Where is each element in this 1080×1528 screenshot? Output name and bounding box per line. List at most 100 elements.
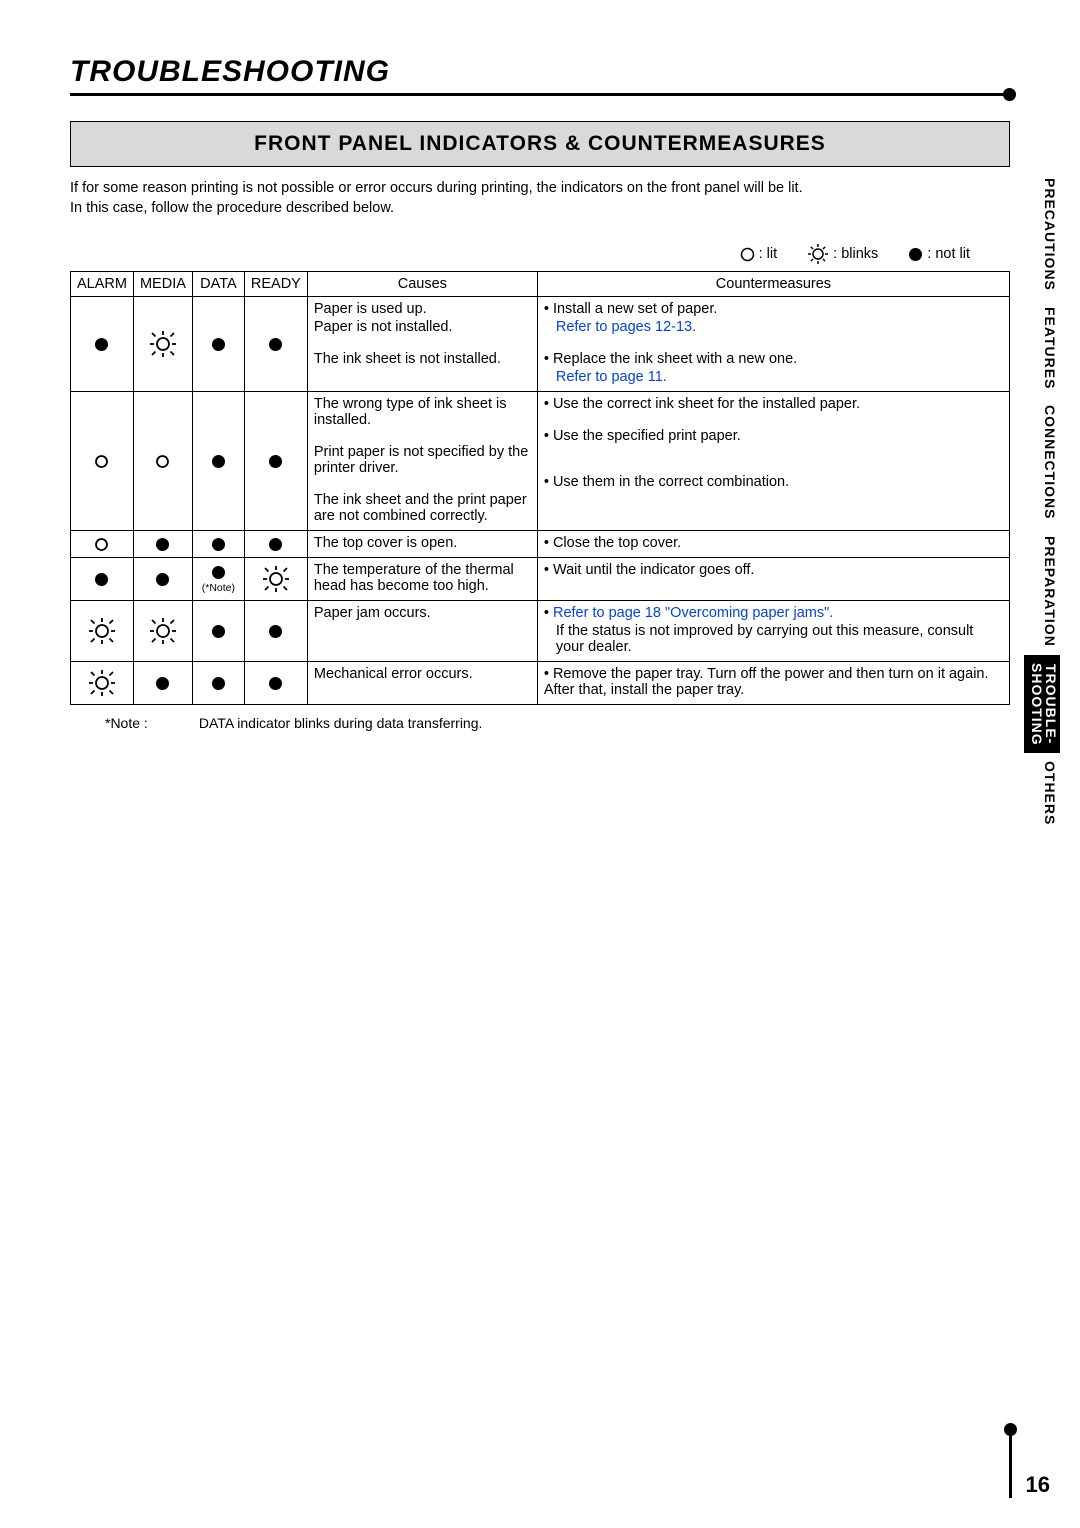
cause-cell: Paper is used up. Paper is not installed.… xyxy=(307,297,537,392)
ready-indicator xyxy=(244,392,307,531)
media-indicator xyxy=(133,601,192,662)
cause-cell: Mechanical error occurs. xyxy=(307,662,537,705)
legend-row: : lit : blinks : not lit xyxy=(70,243,1010,265)
alarm-indicator xyxy=(71,531,134,558)
counter-text: • Install a new set of paper. xyxy=(544,301,1003,317)
media-indicator xyxy=(133,531,192,558)
cause-text: Print paper is not specified by the prin… xyxy=(314,444,531,476)
alarm-indicator xyxy=(71,392,134,531)
legend-lit-label: : lit xyxy=(759,246,778,262)
page-ref-link[interactable]: Refer to page 11. xyxy=(556,369,667,385)
ready-indicator xyxy=(244,297,307,392)
page-number: 16 xyxy=(1026,1472,1050,1498)
cause-cell: The top cover is open. xyxy=(307,531,537,558)
col-alarm: ALARM xyxy=(71,272,134,297)
cause-text: The top cover is open. xyxy=(314,535,531,551)
data-indicator xyxy=(192,601,244,662)
cause-text: Paper is used up. xyxy=(314,301,531,317)
col-media: MEDIA xyxy=(133,272,192,297)
alarm-indicator xyxy=(71,558,134,601)
media-indicator xyxy=(133,662,192,705)
media-indicator xyxy=(133,558,192,601)
cause-text: Paper jam occurs. xyxy=(314,605,531,621)
counter-text: • Use them in the correct combination. xyxy=(544,474,1003,490)
cause-text: The ink sheet is not installed. xyxy=(314,351,531,367)
intro-text: If for some reason printing is not possi… xyxy=(70,179,1010,218)
legend-blinks-label: : blinks xyxy=(833,246,878,262)
data-indicator xyxy=(192,531,244,558)
table-header-row: ALARM MEDIA DATA READY Causes Countermea… xyxy=(71,272,1010,297)
cause-cell: Paper jam occurs. xyxy=(307,601,537,662)
alarm-indicator xyxy=(71,297,134,392)
title-rule xyxy=(70,93,1010,96)
counter-text: Refer to pages 12-13. xyxy=(544,319,1003,335)
col-data: DATA xyxy=(192,272,244,297)
ready-indicator xyxy=(244,662,307,705)
table-row: The wrong type of ink sheet is installed… xyxy=(71,392,1010,531)
data-indicator xyxy=(192,392,244,531)
footnote: *Note : DATA indicator blinks during dat… xyxy=(70,715,1010,731)
col-causes: Causes xyxy=(307,272,537,297)
tab-troubleshooting[interactable]: TROUBLE-SHOOTING xyxy=(1024,655,1060,754)
col-ready: READY xyxy=(244,272,307,297)
ready-indicator xyxy=(244,601,307,662)
counter-cell: • Wait until the indicator goes off. xyxy=(537,558,1009,601)
page-ref-link[interactable]: Refer to pages 12-13. xyxy=(556,319,696,335)
counter-text: • Close the top cover. xyxy=(544,535,1003,551)
side-tabs: PRECAUTIONS FEATURES CONNECTIONS PREPARA… xyxy=(1024,170,1060,834)
cause-cell: The wrong type of ink sheet is installed… xyxy=(307,392,537,531)
counter-cell: • Refer to page 18 "Overcoming paper jam… xyxy=(537,601,1009,662)
section-heading: FRONT PANEL INDICATORS & COUNTERMEASURES xyxy=(70,121,1010,167)
counter-cell: • Remove the paper tray. Turn off the po… xyxy=(537,662,1009,705)
counter-cell: • Use the correct ink sheet for the inst… xyxy=(537,392,1009,531)
counter-text: • Use the correct ink sheet for the inst… xyxy=(544,396,1003,412)
footnote-label: *Note : xyxy=(105,715,195,731)
alarm-indicator xyxy=(71,662,134,705)
blinks-icon xyxy=(807,243,829,265)
not-lit-icon xyxy=(908,247,923,262)
cause-text: The wrong type of ink sheet is installed… xyxy=(314,396,531,428)
table-row: Paper is used up. Paper is not installed.… xyxy=(71,297,1010,392)
table-row: (*Note) The temperature of the thermal he… xyxy=(71,558,1010,601)
page-rule xyxy=(1009,1428,1012,1498)
tab-others[interactable]: OTHERS xyxy=(1024,753,1060,833)
cause-text: The ink sheet and the print paper are no… xyxy=(314,492,531,524)
page-ref-link[interactable]: Refer to page 18 "Overcoming paper jams"… xyxy=(553,605,833,621)
table-row: Mechanical error occurs. • Remove the pap… xyxy=(71,662,1010,705)
cause-text: Mechanical error occurs. xyxy=(314,666,531,682)
col-counter: Countermeasures xyxy=(537,272,1009,297)
tab-precautions[interactable]: PRECAUTIONS xyxy=(1024,170,1060,299)
counter-cell: • Close the top cover. xyxy=(537,531,1009,558)
cause-text: Paper is not installed. xyxy=(314,319,531,335)
data-indicator xyxy=(192,297,244,392)
page-title: TROUBLESHOOTING xyxy=(70,55,1010,89)
ready-indicator xyxy=(244,558,307,601)
media-indicator xyxy=(133,392,192,531)
legend-lit: : lit xyxy=(740,246,778,262)
tab-preparation[interactable]: PREPARATION xyxy=(1024,528,1060,655)
counter-text: Refer to page 11. xyxy=(544,369,1003,385)
cause-cell: The temperature of the thermal head has … xyxy=(307,558,537,601)
counter-cell: • Install a new set of paper. Refer to pa… xyxy=(537,297,1009,392)
indicator-table: ALARM MEDIA DATA READY Causes Countermea… xyxy=(70,271,1010,705)
lit-icon xyxy=(740,247,755,262)
counter-text: • Remove the paper tray. Turn off the po… xyxy=(544,666,1003,698)
intro-line1: If for some reason printing is not possi… xyxy=(70,180,803,196)
legend-blinks: : blinks xyxy=(807,243,878,265)
alarm-indicator xyxy=(71,601,134,662)
tab-features[interactable]: FEATURES xyxy=(1024,299,1060,397)
counter-text: • Replace the ink sheet with a new one. xyxy=(544,351,1003,367)
table-row: Paper jam occurs. • Refer to page 18 "Ove… xyxy=(71,601,1010,662)
cause-text: The temperature of the thermal head has … xyxy=(314,562,531,594)
counter-text: • Refer to page 18 "Overcoming paper jam… xyxy=(544,605,1003,621)
tab-connections[interactable]: CONNECTIONS xyxy=(1024,397,1060,527)
media-indicator xyxy=(133,297,192,392)
counter-text: • Use the specified print paper. xyxy=(544,428,1003,444)
data-indicator: (*Note) xyxy=(192,558,244,601)
legend-not-lit-label: : not lit xyxy=(927,246,970,262)
intro-line2: In this case, follow the procedure descr… xyxy=(70,200,394,216)
ready-indicator xyxy=(244,531,307,558)
table-row: The top cover is open. • Close the top co… xyxy=(71,531,1010,558)
counter-text: • Wait until the indicator goes off. xyxy=(544,562,1003,578)
data-note: (*Note) xyxy=(199,582,238,594)
